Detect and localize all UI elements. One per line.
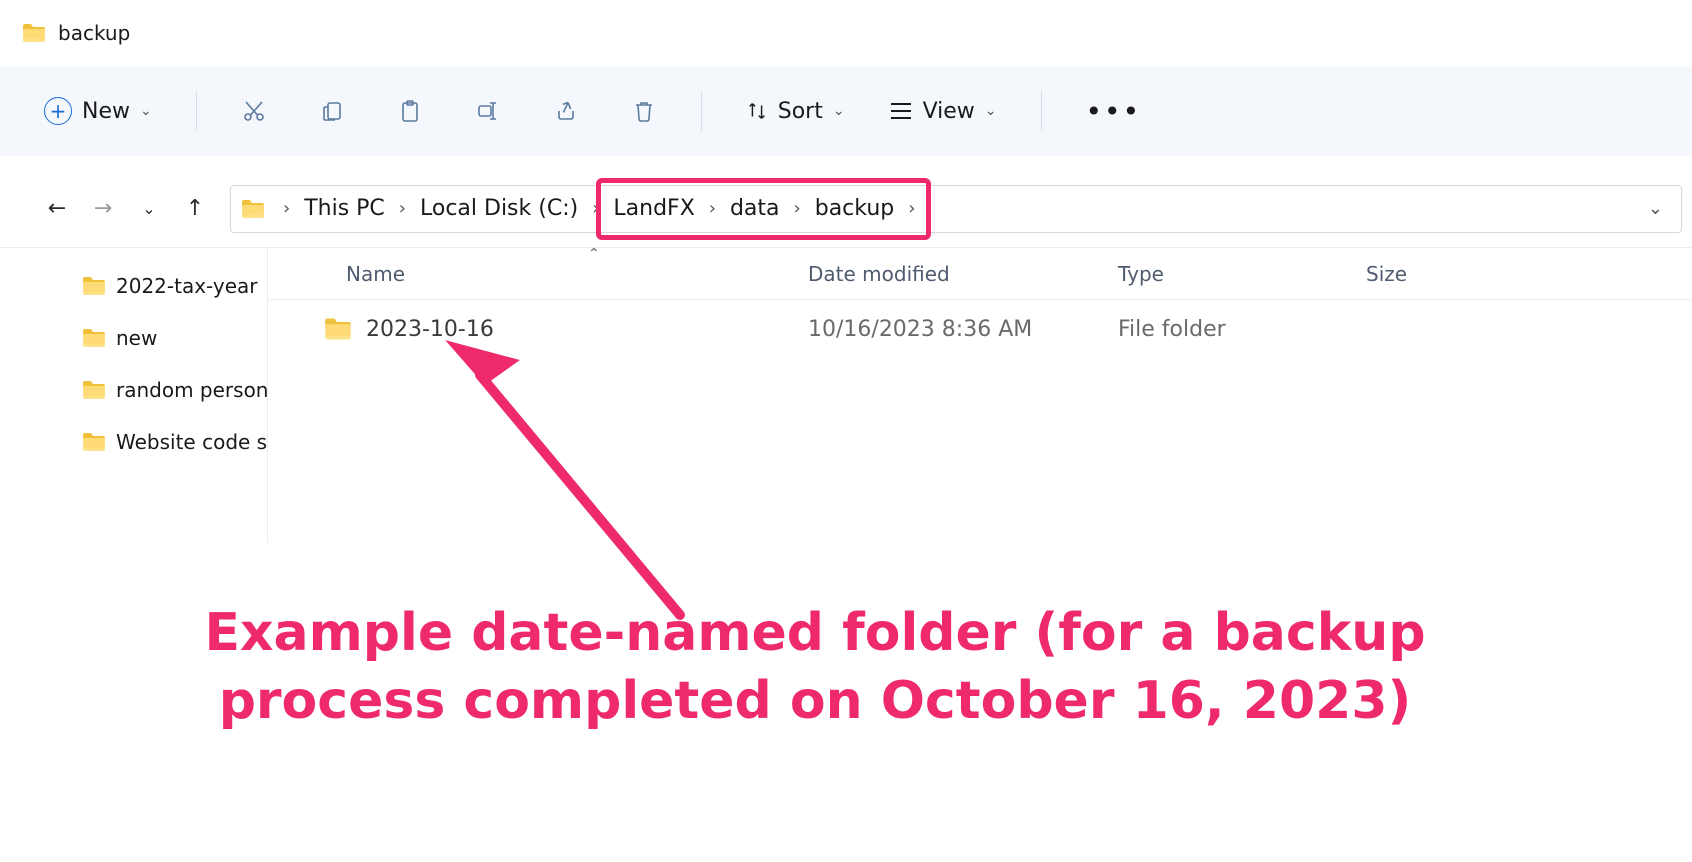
new-button[interactable]: + New ⌄ [44, 97, 152, 125]
nav-recent-chevron[interactable]: ⌄ [126, 189, 172, 229]
breadcrumb-folder-icon [241, 198, 265, 220]
file-row-type: File folder [1118, 317, 1366, 342]
paste-icon[interactable] [397, 98, 423, 124]
column-headers: ⌃ Name Date modified Type Size [268, 248, 1692, 300]
breadcrumb-data[interactable]: data [726, 192, 784, 225]
view-button-label: View [923, 99, 975, 124]
chevron-down-icon: ⌄ [140, 103, 152, 119]
sidebar-item[interactable]: Website code stuff [0, 416, 267, 468]
chevron-down-icon: ⌄ [833, 103, 845, 119]
cut-icon[interactable] [241, 98, 267, 124]
toolbar: + New ⌄ Sort ⌄ View ⌄ ••• [0, 66, 1692, 156]
more-button[interactable]: ••• [1086, 95, 1142, 128]
folder-icon [82, 276, 106, 296]
breadcrumb-sep: › [784, 198, 811, 219]
new-button-label: New [82, 99, 130, 124]
folder-icon [82, 380, 106, 400]
column-header-name[interactable]: Name [268, 262, 808, 286]
sort-button[interactable]: Sort ⌄ [746, 99, 845, 124]
column-header-size[interactable]: Size [1366, 262, 1692, 286]
breadcrumb-landfx[interactable]: LandFX [609, 192, 698, 225]
file-row-date: 10/16/2023 8:36 AM [808, 317, 1118, 342]
annotation-text: Example date-named folder (for a backup … [105, 600, 1525, 735]
breadcrumb-sep: › [699, 198, 726, 219]
breadcrumb-sep: › [273, 198, 300, 219]
window-folder-icon [22, 22, 46, 44]
breadcrumb-backup[interactable]: backup [811, 192, 899, 225]
main-pane: ⌃ Name Date modified Type Size 2023-10-1… [268, 248, 1692, 543]
chevron-down-icon: ⌄ [985, 103, 997, 119]
toolbar-separator [196, 91, 197, 131]
sidebar-item[interactable]: new [0, 312, 267, 364]
folder-icon [82, 328, 106, 348]
sidebar-item-label: random personal [116, 378, 268, 402]
sidebar-item[interactable]: random personal [0, 364, 267, 416]
breadcrumb-this-pc[interactable]: This PC [300, 192, 389, 225]
nav-up-button[interactable]: ↑ [172, 189, 218, 229]
folder-icon [82, 432, 106, 452]
file-row[interactable]: 2023-10-16 10/16/2023 8:36 AM File folde… [268, 300, 1692, 358]
sort-icon [746, 100, 768, 122]
sidebar: 2022-tax-year new random personal Websit… [0, 248, 268, 543]
toolbar-separator [701, 91, 702, 131]
breadcrumb-history-chevron[interactable]: ⌄ [1640, 198, 1671, 219]
sidebar-item-label: new [116, 326, 157, 350]
window-title: backup [58, 21, 130, 45]
breadcrumb-sep: › [389, 198, 416, 219]
toolbar-action-group [241, 98, 657, 124]
delete-icon[interactable] [631, 98, 657, 124]
sidebar-item[interactable]: 2022-tax-year [0, 260, 267, 312]
sidebar-item-label: 2022-tax-year [116, 274, 258, 298]
sort-caret-icon: ⌃ [588, 246, 600, 262]
sort-button-label: Sort [778, 99, 823, 124]
folder-icon [324, 317, 352, 341]
breadcrumb-sep: › [582, 198, 609, 219]
view-button[interactable]: View ⌄ [889, 99, 997, 124]
content-area: 2022-tax-year new random personal Websit… [0, 248, 1692, 543]
titlebar: backup [0, 0, 1692, 66]
breadcrumb-local-disk[interactable]: Local Disk (C:) [416, 192, 582, 225]
plus-icon: + [44, 97, 72, 125]
file-row-name: 2023-10-16 [366, 317, 494, 342]
sidebar-item-label: Website code stuff [116, 430, 268, 454]
nav-forward-button[interactable]: → [80, 189, 126, 229]
column-header-date[interactable]: Date modified [808, 262, 1118, 286]
view-icon [889, 100, 913, 122]
nav-row: ← → ⌄ ↑ › This PC › Local Disk (C:) › La… [0, 170, 1692, 248]
nav-back-button[interactable]: ← [34, 189, 80, 229]
toolbar-separator [1041, 91, 1042, 131]
copy-icon[interactable] [319, 98, 345, 124]
breadcrumb-bar[interactable]: › This PC › Local Disk (C:) › LandFX › d… [230, 185, 1682, 233]
breadcrumb-sep: › [898, 198, 925, 219]
rename-icon[interactable] [475, 98, 501, 124]
share-icon[interactable] [553, 98, 579, 124]
column-header-type[interactable]: Type [1118, 262, 1366, 286]
